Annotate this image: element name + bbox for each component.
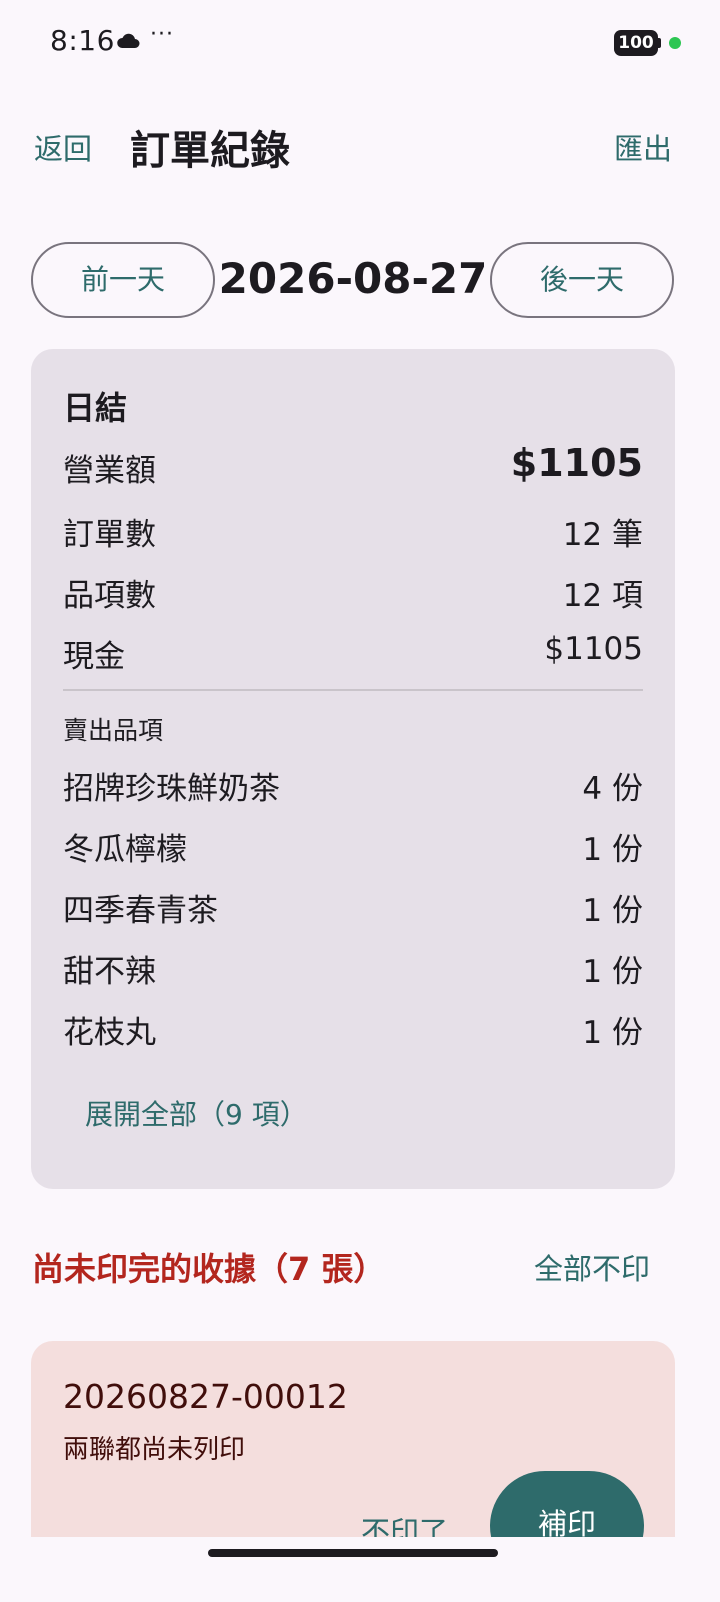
list-item: 冬瓜檸檬 1 份	[63, 824, 643, 868]
list-item: 四季春青茶 1 份	[63, 885, 643, 929]
list-item: 甜不辣 1 份	[63, 946, 643, 990]
sold-items-label: 賣出品項	[63, 716, 164, 745]
stat-value: $1105	[544, 631, 643, 667]
previous-day-button[interactable]: 前一天	[31, 242, 215, 318]
stat-value: 12 筆	[562, 517, 643, 553]
next-day-button[interactable]: 後一天	[490, 242, 674, 318]
screen: 8:16 ··· 100 返回 訂單紀錄 匯出 前一天 2026-08-27 後…	[0, 0, 720, 1602]
cloud-icon	[117, 33, 140, 48]
date-navigation: 前一天 2026-08-27 後一天	[0, 242, 720, 320]
list-item: 花枝丸 1 份	[63, 1007, 643, 1051]
stat-row-revenue: 營業額 $1105	[63, 441, 643, 489]
stat-label: 品項數	[63, 578, 156, 614]
item-qty: 1 份	[582, 832, 643, 868]
stat-label: 營業額	[63, 453, 156, 489]
stat-value: 12 項	[562, 578, 643, 614]
page-title: 訂單紀錄	[130, 128, 290, 174]
item-qty: 1 份	[582, 893, 643, 929]
top-app-bar: 返回 訂單紀錄 匯出	[0, 100, 720, 190]
export-button[interactable]: 匯出	[614, 126, 672, 168]
item-name: 花枝丸	[63, 1015, 156, 1051]
stat-value: $1105	[510, 441, 643, 485]
status-bar: 8:16 ··· 100	[0, 0, 720, 86]
bottom-inset	[0, 1537, 720, 1602]
item-qty: 4 份	[582, 771, 643, 807]
daily-summary-card: 日結 營業額 $1105 訂單數 12 筆 品項數 12 項 現金 $1105 …	[31, 349, 675, 1189]
skip-all-button[interactable]: 全部不印	[534, 1246, 650, 1288]
list-item: 招牌珍珠鮮奶茶 4 份	[63, 763, 643, 807]
gesture-nav-handle[interactable]	[208, 1549, 498, 1557]
expand-all-button[interactable]: 展開全部（9 項）	[85, 1093, 308, 1133]
receipt-id: 20260827-00012	[63, 1377, 348, 1416]
item-name: 招牌珍珠鮮奶茶	[63, 771, 280, 807]
divider	[63, 689, 643, 691]
stat-row-items: 品項數 12 項	[63, 570, 643, 614]
status-time: 8:16	[50, 24, 115, 57]
more-notifications-icon: ···	[150, 22, 174, 47]
item-qty: 1 份	[582, 954, 643, 990]
privacy-dot-icon	[669, 37, 681, 49]
item-name: 冬瓜檸檬	[63, 832, 187, 868]
current-date: 2026-08-27	[218, 254, 488, 303]
item-qty: 1 份	[582, 1015, 643, 1051]
battery-icon: 100	[614, 30, 658, 56]
receipt-status: 兩聯都尚未列印	[63, 1435, 246, 1465]
stat-label: 訂單數	[63, 517, 156, 553]
back-button[interactable]: 返回	[34, 126, 92, 168]
battery-nub	[658, 38, 661, 48]
stat-row-orders: 訂單數 12 筆	[63, 509, 643, 553]
item-name: 四季春青茶	[63, 893, 218, 929]
unprinted-receipts-title: 尚未印完的收據（7 張）	[32, 1250, 386, 1288]
stat-label: 現金	[63, 639, 125, 675]
summary-title: 日結	[63, 389, 128, 427]
stat-row-cash: 現金 $1105	[63, 631, 643, 675]
item-name: 甜不辣	[63, 954, 156, 990]
